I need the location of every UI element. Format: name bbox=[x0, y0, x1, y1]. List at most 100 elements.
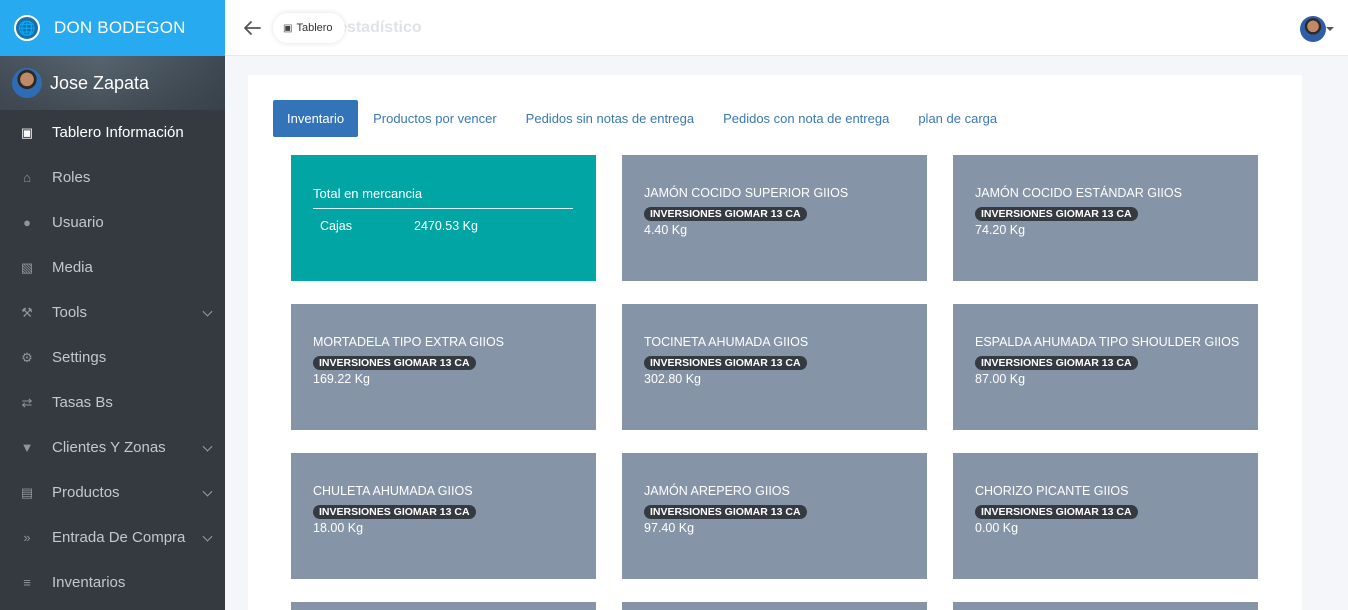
product-name: ESPALDA AHUMADA TIPO SHOULDER GIIOS bbox=[975, 335, 1240, 349]
sidebar-item-settings[interactable]: ⚙ Settings bbox=[0, 335, 225, 380]
sidebar-item-tasas-bs[interactable]: ⇄ Tasas Bs bbox=[0, 380, 225, 425]
product-card bbox=[622, 602, 927, 610]
company-badge: INVERSIONES GIOMAR 13 CA bbox=[975, 207, 1138, 221]
topbar: Tablero estadístico ▣ Tablero bbox=[225, 0, 1348, 56]
back-arrow-icon[interactable] bbox=[242, 18, 262, 38]
globe-icon: 🌐 bbox=[14, 15, 40, 41]
product-quantity: 4.40 Kg bbox=[644, 223, 688, 237]
sidebar: 🌐 DON BODEGON Jose Zapata ▣ Tablero Infor… bbox=[0, 0, 225, 610]
sidebar-item-media[interactable]: ▧ Media bbox=[0, 245, 225, 290]
company-badge: INVERSIONES GIOMAR 13 CA bbox=[644, 207, 807, 221]
cart-icon: ▤ bbox=[20, 484, 34, 500]
map-pin-icon: ▼ bbox=[20, 440, 34, 455]
sidebar-item-label: Inventarios bbox=[52, 574, 126, 591]
total-row: Cajas 2470.53 Kg bbox=[313, 219, 574, 233]
sidebar-item-label: Tasas Bs bbox=[52, 394, 113, 411]
sidebar-item-label: Tools bbox=[52, 304, 88, 321]
total-card: Total en mercancia Cajas 2470.53 Kg bbox=[291, 155, 596, 281]
tab-bar: Inventario Productos por vencer Pedidos si… bbox=[273, 100, 1012, 137]
user-panel[interactable]: Jose Zapata bbox=[0, 56, 225, 110]
product-name: CHORIZO PICANTE GIIOS bbox=[975, 484, 1129, 498]
inventory-grid: Total en mercancia Cajas 2470.53 Kg JAMÓ… bbox=[291, 155, 1258, 610]
tab-pedidos-con-nota-de-entrega[interactable]: Pedidos con nota de entrega bbox=[709, 100, 903, 137]
user-avatar-menu[interactable] bbox=[1300, 16, 1326, 42]
product-card: CHULETA AHUMADA GIIOS INVERSIONES GIOMAR … bbox=[291, 453, 596, 579]
sidebar-item-productos[interactable]: ▤ Productos bbox=[0, 470, 225, 515]
tools-icon: ⚒ bbox=[21, 304, 33, 320]
main-content: Inventario Productos por vencer Pedidos si… bbox=[248, 75, 1302, 610]
dashboard-icon: ▣ bbox=[20, 124, 34, 140]
product-name: CHULETA AHUMADA GIIOS bbox=[313, 484, 473, 498]
sidebar-item-label: Settings bbox=[52, 349, 107, 366]
avatar bbox=[12, 68, 42, 98]
product-card: ESPALDA AHUMADA TIPO SHOULDER GIIOS INVER… bbox=[953, 304, 1258, 430]
dashboard-icon: ▣ bbox=[283, 22, 293, 34]
product-name: MORTADELA TIPO EXTRA GIIOS bbox=[313, 335, 505, 349]
user-name: Jose Zapata bbox=[50, 72, 150, 93]
product-quantity: 302.80 Kg bbox=[644, 372, 701, 386]
sidebar-nav: ▣ Tablero Información ⌂ Roles ● Usuario ▧ Media… bbox=[0, 110, 225, 605]
brand-name: DON BODEGON bbox=[54, 18, 186, 37]
chevron-down-icon bbox=[202, 486, 213, 497]
sidebar-item-label: Productos bbox=[52, 484, 120, 501]
company-badge: INVERSIONES GIOMAR 13 CA bbox=[313, 505, 476, 519]
sidebar-item-entrada-de-compra[interactable]: » Entrada De Compra bbox=[0, 515, 225, 560]
company-badge: INVERSIONES GIOMAR 13 CA bbox=[313, 356, 476, 370]
breadcrumb-label: Tablero bbox=[296, 22, 333, 34]
product-quantity: 18.00 Kg bbox=[313, 521, 364, 535]
product-name: JAMÓN COCIDO ESTÁNDAR GIIOS bbox=[975, 186, 1182, 200]
sidebar-item-tools[interactable]: ⚒ Tools bbox=[0, 290, 225, 335]
company-badge: INVERSIONES GIOMAR 13 CA bbox=[644, 505, 807, 519]
product-name: JAMÓN COCIDO SUPERIOR GIIOS bbox=[644, 186, 849, 200]
exchange-icon: ⇄ bbox=[21, 394, 33, 410]
sidebar-item-inventarios[interactable]: ≡ Inventarios bbox=[0, 560, 225, 605]
company-badge: INVERSIONES GIOMAR 13 CA bbox=[975, 356, 1138, 370]
sidebar-item-label: Entrada De Compra bbox=[52, 529, 186, 546]
chevron-down-icon bbox=[202, 306, 213, 317]
product-name: JAMÓN AREPERO GIIOS bbox=[644, 484, 790, 498]
product-card: TOCINETA AHUMADA GIIOS INVERSIONES GIOMAR… bbox=[622, 304, 927, 430]
total-value: 2470.53 Kg bbox=[414, 219, 478, 233]
product-card: CHORIZO PICANTE GIIOS INVERSIONES GIOMAR … bbox=[953, 453, 1258, 579]
sidebar-item-label: Tablero Información bbox=[52, 124, 184, 141]
user-icon: ● bbox=[23, 215, 31, 230]
sidebar-item-label: Usuario bbox=[52, 214, 104, 231]
chevron-down-icon bbox=[202, 531, 213, 542]
lock-icon: ⌂ bbox=[23, 170, 31, 185]
product-quantity: 0.00 Kg bbox=[975, 521, 1019, 535]
double-chevron-icon: » bbox=[23, 530, 31, 545]
sidebar-item-tablero-informaci-n[interactable]: ▣ Tablero Información bbox=[0, 110, 225, 155]
sidebar-item-clientes-y-zonas[interactable]: ▼ Clientes Y Zonas bbox=[0, 425, 225, 470]
tab-productos-por-vencer[interactable]: Productos por vencer bbox=[359, 100, 511, 137]
product-quantity: 97.40 Kg bbox=[644, 521, 695, 535]
tab-inventario[interactable]: Inventario bbox=[273, 100, 359, 137]
database-icon: ≡ bbox=[23, 575, 31, 590]
product-card: MORTADELA TIPO EXTRA GIIOS INVERSIONES GI… bbox=[291, 304, 596, 430]
breadcrumb-chip: ▣ Tablero bbox=[273, 13, 345, 43]
total-label: Cajas bbox=[320, 219, 352, 233]
product-quantity: 87.00 Kg bbox=[975, 372, 1026, 386]
chevron-down-icon bbox=[202, 441, 213, 452]
total-title: Total en mercancia bbox=[313, 186, 573, 209]
product-name: TOCINETA AHUMADA GIIOS bbox=[644, 335, 809, 349]
tab-plan-de-carga[interactable]: plan de carga bbox=[904, 100, 1011, 137]
gear-icon: ⚙ bbox=[21, 349, 33, 365]
company-badge: INVERSIONES GIOMAR 13 CA bbox=[644, 356, 807, 370]
product-card: JAMÓN AREPERO GIIOS INVERSIONES GIOMAR 13… bbox=[622, 453, 927, 579]
sidebar-item-label: Clientes Y Zonas bbox=[52, 439, 166, 456]
tab-pedidos-sin-notas-de-entrega[interactable]: Pedidos sin notas de entrega bbox=[512, 100, 708, 137]
sidebar-item-roles[interactable]: ⌂ Roles bbox=[0, 155, 225, 200]
product-card bbox=[953, 602, 1258, 610]
product-card: JAMÓN COCIDO ESTÁNDAR GIIOS INVERSIONES G… bbox=[953, 155, 1258, 281]
company-badge: INVERSIONES GIOMAR 13 CA bbox=[975, 505, 1138, 519]
sidebar-item-label: Roles bbox=[52, 169, 91, 186]
product-card bbox=[291, 602, 596, 610]
product-quantity: 74.20 Kg bbox=[975, 223, 1026, 237]
caret-down-icon[interactable] bbox=[1326, 27, 1334, 31]
sidebar-item-usuario[interactable]: ● Usuario bbox=[0, 200, 225, 245]
sidebar-item-label: Media bbox=[52, 259, 93, 276]
brand-link[interactable]: 🌐 DON BODEGON bbox=[0, 0, 225, 56]
image-icon: ▧ bbox=[20, 259, 34, 275]
product-card: JAMÓN COCIDO SUPERIOR GIIOS INVERSIONES G… bbox=[622, 155, 927, 281]
product-quantity: 169.22 Kg bbox=[313, 372, 370, 386]
